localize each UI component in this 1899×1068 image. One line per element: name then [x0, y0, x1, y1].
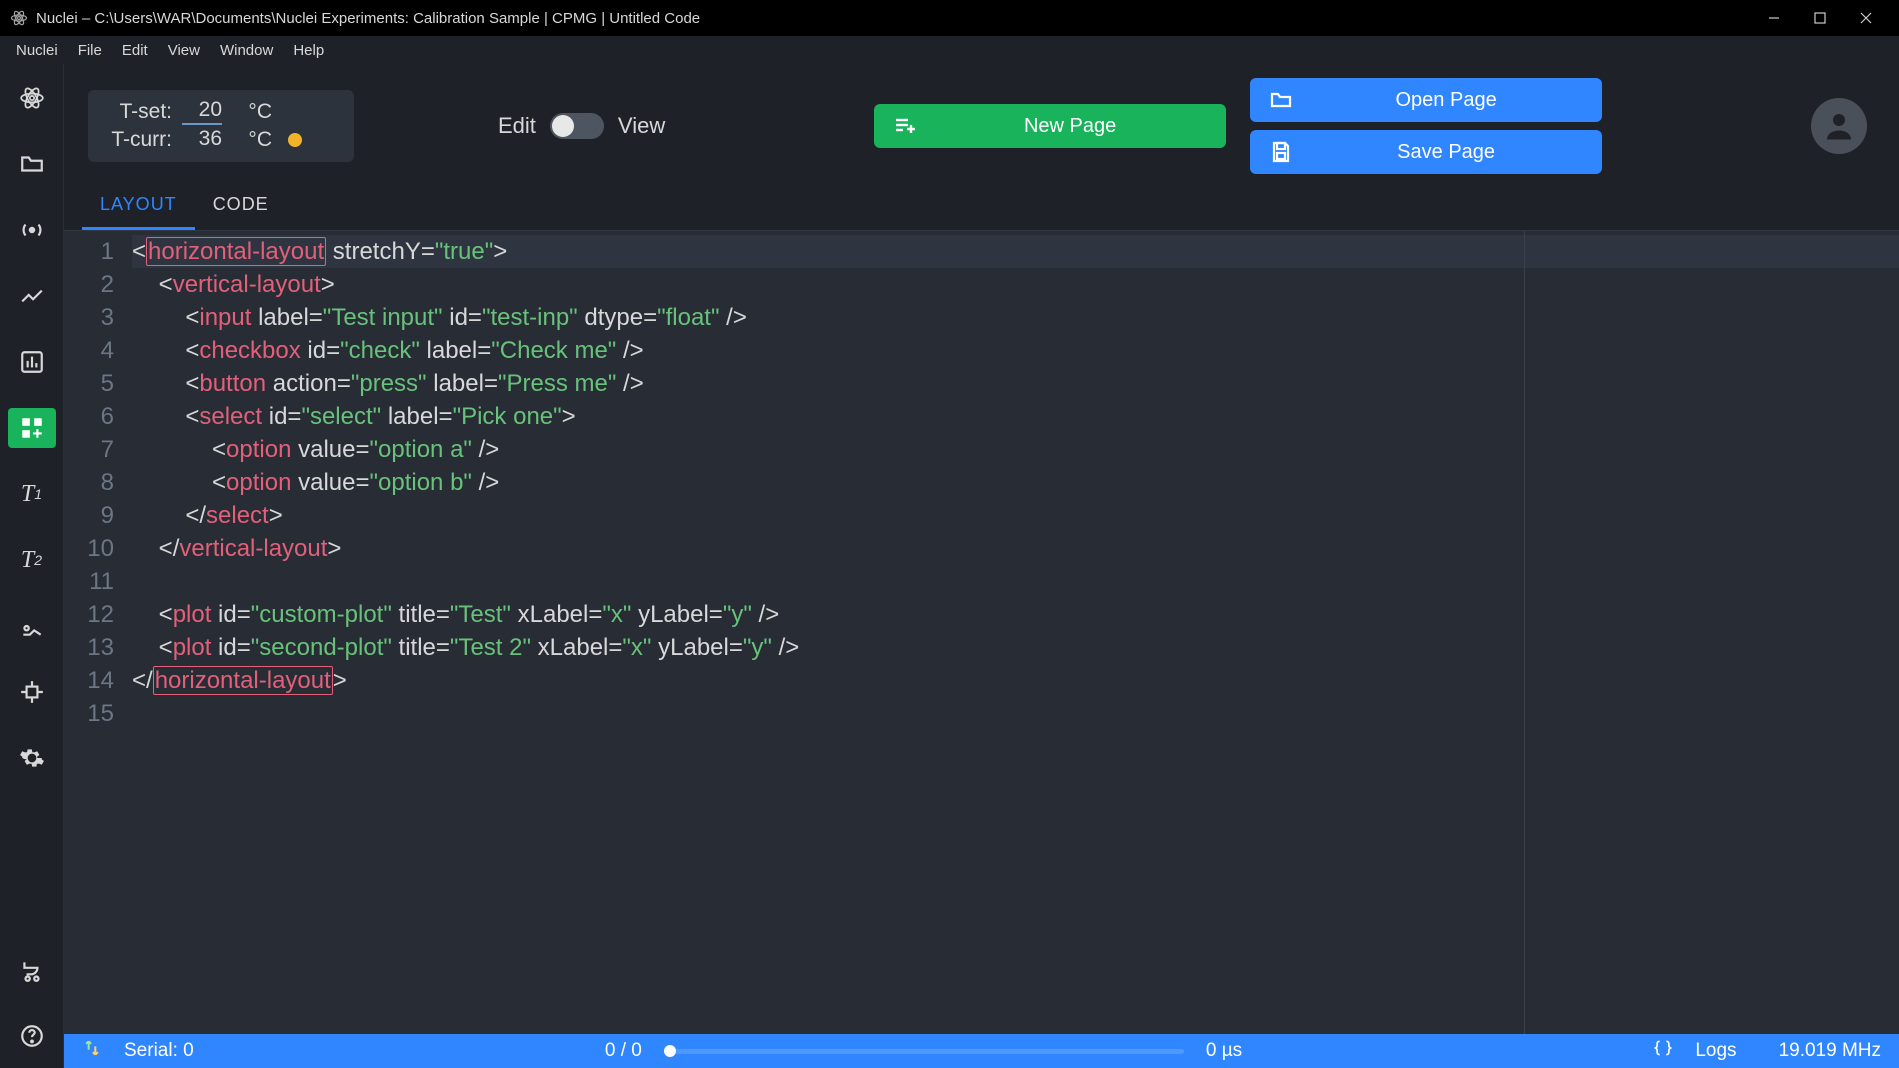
- menu-window[interactable]: Window: [210, 36, 283, 64]
- side-nav: T1 T2: [0, 64, 64, 1068]
- menu-nuclei[interactable]: Nuclei: [6, 36, 68, 64]
- t-set-unit: °C: [232, 100, 272, 124]
- window-maximize-button[interactable]: [1797, 0, 1843, 36]
- toggle-label-edit: Edit: [498, 113, 536, 139]
- temp-status-dot: [288, 133, 302, 147]
- status-progress-bar[interactable]: [664, 1049, 1184, 1054]
- braces-icon: [1653, 1038, 1673, 1064]
- toolstrip: T-set: 20 °C T-curr: 36 °C Edit View: [64, 64, 1899, 184]
- temperature-panel: T-set: 20 °C T-curr: 36 °C: [88, 90, 354, 162]
- status-time: 0 µs: [1206, 1040, 1242, 1062]
- nav-t2-icon[interactable]: T2: [8, 540, 56, 580]
- playlist-add-icon: [892, 114, 918, 138]
- code-tabs: LAYOUT CODE: [64, 184, 1899, 230]
- editor-code[interactable]: <horizontal-layout stretchY="true"> <ver…: [124, 231, 1899, 1034]
- edit-view-switch[interactable]: [550, 113, 604, 139]
- nav-t1-icon[interactable]: T1: [8, 474, 56, 514]
- t-set-value[interactable]: 20: [182, 98, 222, 125]
- status-bar: Serial: 0 0 / 0 0 µs Logs 19.019 MHz: [64, 1034, 1899, 1068]
- nav-folder-icon[interactable]: [8, 144, 56, 184]
- t-curr-unit: °C: [232, 128, 272, 152]
- status-progress-frac: 0 / 0: [605, 1040, 642, 1062]
- nav-help-icon[interactable]: [8, 1016, 56, 1056]
- menubar: Nuclei File Edit View Window Help: [0, 36, 1899, 64]
- nav-gear-icon[interactable]: [8, 738, 56, 778]
- nav-atom-icon[interactable]: [8, 78, 56, 118]
- open-page-button[interactable]: Open Page: [1250, 78, 1602, 122]
- editor-gutter: 123456789101112131415: [64, 231, 124, 1034]
- tab-layout[interactable]: LAYOUT: [82, 184, 195, 230]
- toggle-label-view: View: [618, 113, 665, 139]
- new-page-button[interactable]: New Page: [874, 104, 1226, 148]
- titlebar: Nuclei – C:\Users\WAR\Documents\Nuclei E…: [0, 0, 1899, 36]
- menu-view[interactable]: View: [158, 36, 210, 64]
- save-icon: [1268, 140, 1294, 164]
- new-page-label: New Page: [932, 115, 1208, 138]
- window-close-button[interactable]: [1843, 0, 1889, 36]
- save-page-label: Save Page: [1308, 141, 1584, 164]
- code-editor[interactable]: 123456789101112131415 <horizontal-layout…: [64, 230, 1899, 1034]
- nav-signal-icon[interactable]: [8, 210, 56, 250]
- save-page-button[interactable]: Save Page: [1250, 130, 1602, 174]
- transfer-icon: [82, 1038, 102, 1064]
- nav-stroller-icon[interactable]: [8, 950, 56, 990]
- window-title: Nuclei – C:\Users\WAR\Documents\Nuclei E…: [36, 10, 1751, 27]
- t-curr-value: 36: [182, 127, 222, 152]
- menu-help[interactable]: Help: [283, 36, 334, 64]
- t-set-label: T-set:: [102, 100, 172, 124]
- nav-line-chart-icon[interactable]: [8, 276, 56, 316]
- folder-open-icon: [1268, 88, 1294, 112]
- tab-code[interactable]: CODE: [195, 184, 287, 230]
- window-minimize-button[interactable]: [1751, 0, 1797, 36]
- nav-widgets-add-icon[interactable]: [8, 408, 56, 448]
- status-serial: Serial: 0: [124, 1040, 194, 1062]
- status-freq: 19.019 MHz: [1779, 1040, 1881, 1062]
- user-avatar[interactable]: [1811, 98, 1867, 154]
- menu-file[interactable]: File: [68, 36, 112, 64]
- editor-ruler: [1524, 231, 1525, 1034]
- open-page-label: Open Page: [1308, 89, 1584, 112]
- nav-bar-chart-icon[interactable]: [8, 342, 56, 382]
- menu-edit[interactable]: Edit: [112, 36, 158, 64]
- nav-chip-icon[interactable]: [8, 672, 56, 712]
- app-icon: [10, 9, 28, 27]
- edit-view-toggle: Edit View: [498, 113, 665, 139]
- t-curr-label: T-curr:: [102, 128, 172, 152]
- status-logs[interactable]: Logs: [1695, 1040, 1736, 1062]
- nav-excavate-icon[interactable]: [8, 606, 56, 646]
